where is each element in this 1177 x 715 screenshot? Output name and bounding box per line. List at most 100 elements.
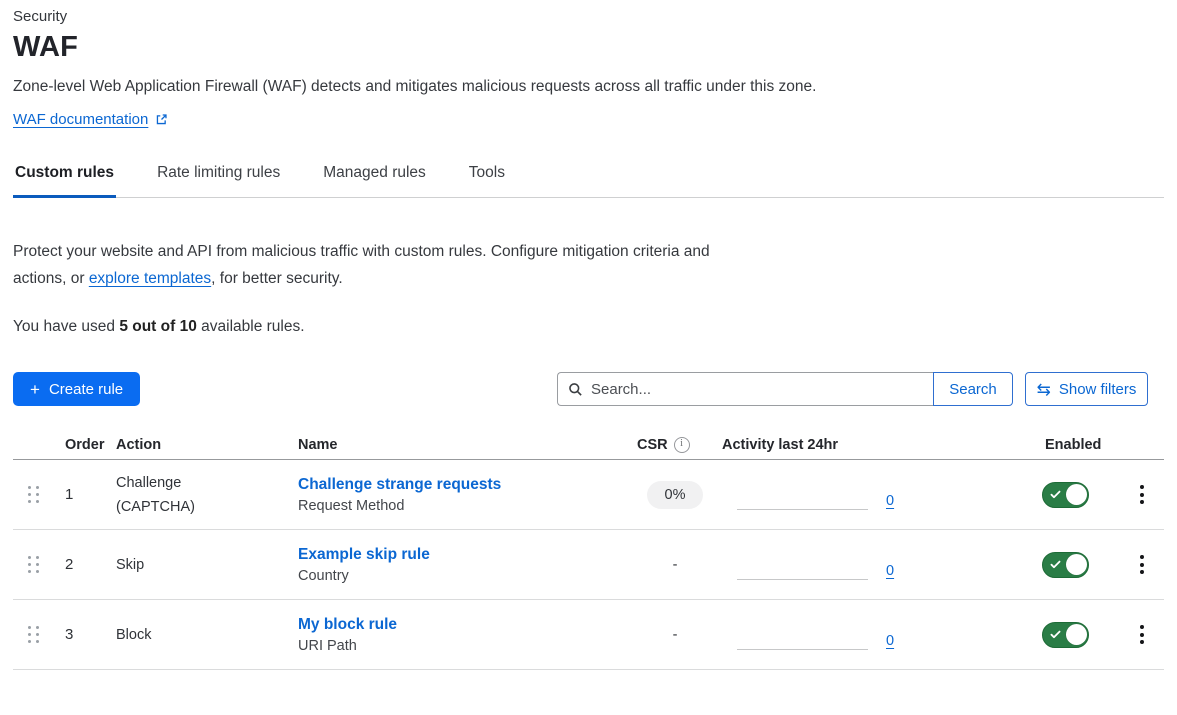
rule-action: Block xyxy=(115,623,290,647)
usage-suffix: available rules. xyxy=(197,318,305,335)
search-box xyxy=(557,372,933,406)
create-rule-label: Create rule xyxy=(49,381,123,398)
csr-badge: - xyxy=(669,621,682,649)
external-link-icon xyxy=(155,113,168,126)
checkmark-icon xyxy=(1050,560,1061,569)
row-handle-cell xyxy=(13,552,55,577)
enabled-toggle[interactable] xyxy=(1042,552,1089,578)
table-row: 3 Block My block rule URI Path - 0 xyxy=(13,600,1164,670)
rule-activity-cell: 0 xyxy=(720,487,1030,503)
rule-enabled-cell xyxy=(1030,482,1130,508)
header-action: Action xyxy=(115,437,290,453)
rules-toolbar: + Create rule Search ⇆ Show filters xyxy=(13,372,1164,406)
page-title: WAF xyxy=(13,30,1164,64)
csr-badge: - xyxy=(669,551,682,579)
table-body: 1 Challenge (CAPTCHA) Challenge strange … xyxy=(13,460,1164,670)
tab-managed-rules[interactable]: Managed rules xyxy=(321,164,428,198)
drag-handle-icon[interactable] xyxy=(24,622,44,647)
rule-activity-cell: 0 xyxy=(720,627,1030,643)
enabled-toggle[interactable] xyxy=(1042,622,1089,648)
waf-page: Security WAF Zone-level Web Application … xyxy=(0,8,1177,670)
intro-text: Protect your website and API from malici… xyxy=(13,238,750,292)
table-row: 1 Challenge (CAPTCHA) Challenge strange … xyxy=(13,460,1164,530)
tab-bar: Custom rules Rate limiting rules Managed r… xyxy=(13,164,1164,198)
kebab-menu-icon[interactable] xyxy=(1132,621,1152,648)
plus-icon: + xyxy=(30,381,40,398)
search-button[interactable]: Search xyxy=(933,372,1013,406)
rule-menu-cell xyxy=(1130,621,1164,648)
rule-name-cell: Example skip rule Country xyxy=(290,546,630,584)
table-row: 2 Skip Example skip rule Country - 0 xyxy=(13,530,1164,600)
tab-label: Rate limiting rules xyxy=(157,164,280,181)
row-handle-cell xyxy=(13,482,55,507)
header-csr: CSR i xyxy=(630,437,720,453)
header-activity: Activity last 24hr xyxy=(720,437,1030,453)
toggle-knob xyxy=(1066,554,1087,575)
breadcrumb: Security xyxy=(13,8,1164,25)
rule-order: 2 xyxy=(55,556,115,573)
intro-text-after: , for better security. xyxy=(211,270,343,287)
tab-label: Custom rules xyxy=(15,164,114,181)
rule-name-cell: Challenge strange requests Request Metho… xyxy=(290,476,630,514)
tab-custom-rules[interactable]: Custom rules xyxy=(13,164,116,198)
rule-csr-cell: - xyxy=(630,551,720,579)
activity-count-link[interactable]: 0 xyxy=(886,633,894,649)
usage-prefix: You have used xyxy=(13,318,119,335)
drag-handle-icon[interactable] xyxy=(24,482,44,507)
activity-sparkline xyxy=(737,649,868,650)
checkmark-icon xyxy=(1050,490,1061,499)
rule-field-type: Country xyxy=(298,568,630,584)
kebab-menu-icon[interactable] xyxy=(1132,551,1152,578)
rule-menu-cell xyxy=(1130,551,1164,578)
activity-count-link[interactable]: 0 xyxy=(886,563,894,579)
rules-table: Order Action Name CSR i Activity last 24… xyxy=(13,430,1164,670)
rule-action: Challenge (CAPTCHA) xyxy=(115,471,290,519)
rule-name-link[interactable]: Challenge strange requests xyxy=(298,476,501,493)
waf-documentation-link[interactable]: WAF documentation xyxy=(13,111,148,128)
search-input[interactable] xyxy=(591,381,923,398)
usage-text: You have used 5 out of 10 available rule… xyxy=(13,318,1164,336)
rule-field-type: URI Path xyxy=(298,638,630,654)
explore-templates-link[interactable]: explore templates xyxy=(89,270,211,287)
tab-label: Tools xyxy=(469,164,505,181)
enabled-toggle[interactable] xyxy=(1042,482,1089,508)
kebab-menu-icon[interactable] xyxy=(1132,481,1152,508)
csr-badge: 0% xyxy=(647,481,704,509)
rule-enabled-cell xyxy=(1030,622,1130,648)
rule-enabled-cell xyxy=(1030,552,1130,578)
rule-csr-cell: - xyxy=(630,621,720,649)
doc-link-row: WAF documentation xyxy=(13,111,1164,128)
rule-order: 3 xyxy=(55,626,115,643)
create-rule-button[interactable]: + Create rule xyxy=(13,372,140,406)
activity-sparkline xyxy=(737,579,868,580)
table-header-row: Order Action Name CSR i Activity last 24… xyxy=(13,430,1164,460)
rule-activity-cell: 0 xyxy=(720,557,1030,573)
show-filters-label: Show filters xyxy=(1059,381,1137,398)
drag-handle-icon[interactable] xyxy=(24,552,44,577)
tab-rate-limiting-rules[interactable]: Rate limiting rules xyxy=(155,164,282,198)
toggle-knob xyxy=(1066,624,1087,645)
swap-arrows-icon: ⇆ xyxy=(1037,381,1051,398)
rule-menu-cell xyxy=(1130,481,1164,508)
rule-csr-cell: 0% xyxy=(630,481,720,509)
search-group: Search ⇆ Show filters xyxy=(557,372,1148,406)
header-name: Name xyxy=(290,437,630,453)
rule-field-type: Request Method xyxy=(298,498,630,514)
rule-action: Skip xyxy=(115,553,290,577)
page-description: Zone-level Web Application Firewall (WAF… xyxy=(13,78,1164,96)
activity-sparkline xyxy=(737,509,868,510)
activity-count-link[interactable]: 0 xyxy=(886,493,894,509)
rule-name-link[interactable]: Example skip rule xyxy=(298,546,430,563)
tab-label: Managed rules xyxy=(323,164,426,181)
row-handle-cell xyxy=(13,622,55,647)
tab-tools[interactable]: Tools xyxy=(467,164,507,198)
checkmark-icon xyxy=(1050,630,1061,639)
info-icon[interactable]: i xyxy=(674,437,690,453)
header-enabled: Enabled xyxy=(1030,437,1130,453)
rule-order: 1 xyxy=(55,486,115,503)
rule-name-link[interactable]: My block rule xyxy=(298,616,397,633)
search-icon xyxy=(568,382,583,397)
show-filters-button[interactable]: ⇆ Show filters xyxy=(1025,372,1148,406)
toggle-knob xyxy=(1066,484,1087,505)
header-csr-label: CSR xyxy=(637,437,668,453)
